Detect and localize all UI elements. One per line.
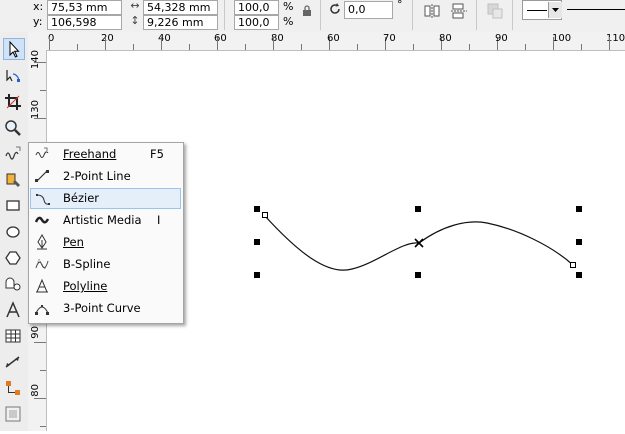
menu-item-label: Artistic Media [63, 213, 142, 227]
menu-item-label: Freehand [63, 147, 117, 161]
separator [512, 0, 513, 30]
menu-item-polyline[interactable]: Polyline [30, 276, 181, 297]
lock-ratio-icon[interactable] [301, 4, 313, 17]
menu-item-artistic-media[interactable]: Artistic Media I [30, 210, 181, 231]
line-style-dropdown[interactable] [522, 0, 562, 20]
freehand-tool-icon[interactable] [3, 144, 25, 166]
polyline-icon [34, 278, 50, 294]
artistic-media-icon [34, 212, 50, 228]
polygon-tool-icon[interactable] [3, 248, 25, 270]
chevron-down-icon[interactable] [548, 2, 562, 18]
separator [320, 0, 321, 30]
ruler-label-60: 60 [327, 33, 340, 44]
separator [224, 0, 225, 30]
curve-tools-flyout: Freehand F5 2-Point Line Bézier Artistic… [28, 142, 184, 324]
ruler-label-80: 80 [439, 33, 452, 44]
menu-item-shortcut: F5 [150, 147, 164, 161]
x-position-field[interactable]: 75,53 mm [47, 0, 122, 15]
percent-x-label: % [283, 0, 294, 13]
x-label: x: [33, 0, 44, 13]
pick-tool-icon[interactable] [3, 38, 25, 60]
basic-shapes-tool-icon[interactable] [3, 274, 25, 296]
menu-item-shortcut: I [157, 213, 161, 227]
menu-item-label: 2-Point Line [63, 169, 131, 183]
menu-item-label: Polyline [63, 279, 108, 293]
text-tool-icon[interactable] [3, 300, 25, 322]
three-point-curve-icon [34, 300, 50, 316]
width-field[interactable]: 54,328 mm [143, 0, 218, 15]
line-style-preview [527, 10, 547, 11]
ruler-label-90: 90 [495, 33, 508, 44]
height-field[interactable]: 9,226 mm [143, 15, 218, 30]
b-spline-icon [34, 256, 50, 272]
mirror-horizontal-button[interactable] [423, 2, 441, 20]
menu-item-label: Bézier [63, 191, 99, 205]
menu-item-label: B-Spline [63, 257, 111, 271]
degree-label: ° [397, 0, 403, 11]
smart-fill-tool-icon[interactable] [3, 170, 25, 192]
crop-tool-icon[interactable] [3, 92, 25, 114]
ruler-label-70: 70 [383, 33, 396, 44]
connector-tool-icon[interactable] [3, 378, 25, 400]
dimension-tool-icon[interactable] [3, 352, 25, 374]
bezier-icon [35, 191, 51, 207]
menu-item-b-spline[interactable]: B-Spline [30, 254, 181, 275]
pen-icon [34, 233, 50, 250]
separator [476, 0, 477, 30]
property-bar: x: 75,53 mm y: 106,598 mm ↔ 54,328 mm ↕ … [0, 0, 625, 42]
menu-item-label: 3-Point Curve [63, 301, 141, 315]
interactive-fill-tool-icon[interactable] [3, 404, 25, 426]
width-icon: ↔ [130, 0, 140, 12]
height-icon: ↕ [130, 14, 140, 27]
table-tool-icon[interactable] [3, 326, 25, 348]
y-position-field[interactable]: 106,598 mm [47, 15, 122, 42]
scale-y-field[interactable]: 100,0 [234, 15, 279, 30]
shape-tool-icon[interactable] [3, 66, 25, 88]
rectangle-tool-icon[interactable] [3, 196, 25, 218]
convert-to-curves-button[interactable] [486, 2, 504, 20]
mirror-vertical-button[interactable] [450, 2, 468, 20]
toolbox [0, 32, 29, 431]
zoom-tool-icon[interactable] [3, 118, 25, 140]
menu-item-bezier[interactable]: Bézier [30, 188, 181, 209]
outline-width-preview[interactable] [567, 9, 625, 10]
percent-y-label: % [283, 15, 294, 28]
ellipse-tool-icon[interactable] [3, 222, 25, 244]
menu-item-3-point-curve[interactable]: 3-Point Curve [30, 298, 181, 319]
menu-item-freehand[interactable]: Freehand F5 [30, 144, 181, 165]
freehand-icon [34, 146, 50, 162]
menu-item-pen[interactable]: Pen [30, 232, 181, 253]
two-point-line-icon [34, 168, 50, 184]
rotation-icon [328, 2, 342, 16]
horizontal-ruler[interactable]: 0 20 40 60 80 100 110 60 70 80 90 [28, 32, 625, 51]
y-label: y: [33, 15, 43, 28]
scale-x-field[interactable]: 100,0 [234, 0, 279, 15]
rotation-field[interactable]: 0,0 [344, 1, 393, 19]
separator [412, 0, 413, 30]
menu-item-label: Pen [63, 235, 84, 249]
menu-item-2-point-line[interactable]: 2-Point Line [30, 166, 181, 187]
